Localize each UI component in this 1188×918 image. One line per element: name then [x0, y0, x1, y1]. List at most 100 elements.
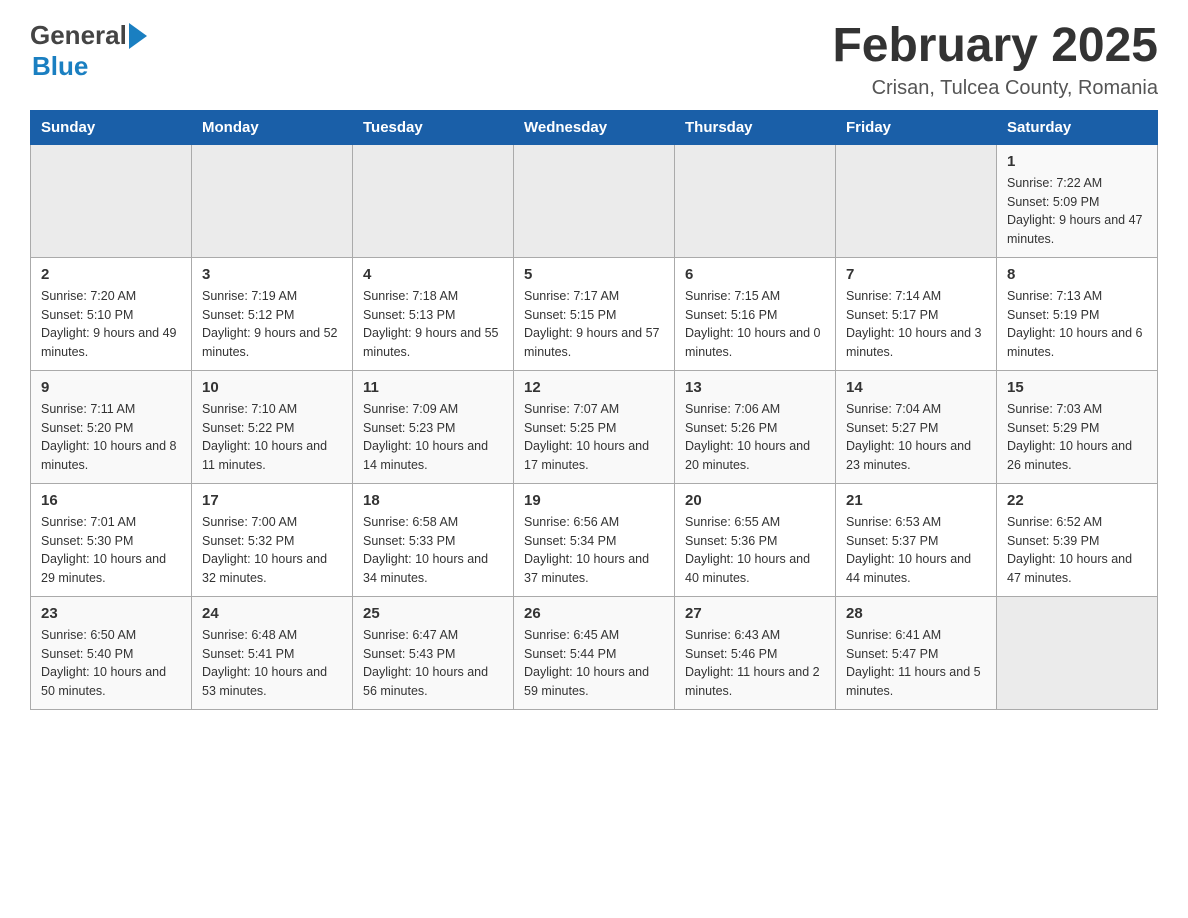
day-info: Sunrise: 7:00 AMSunset: 5:32 PMDaylight:… [202, 513, 342, 588]
day-number: 19 [524, 492, 664, 509]
day-info: Sunrise: 7:11 AMSunset: 5:20 PMDaylight:… [41, 400, 181, 475]
calendar-week-row: 16Sunrise: 7:01 AMSunset: 5:30 PMDayligh… [31, 483, 1158, 596]
table-row: 14Sunrise: 7:04 AMSunset: 5:27 PMDayligh… [836, 370, 997, 483]
col-thursday: Thursday [675, 110, 836, 144]
day-info: Sunrise: 6:56 AMSunset: 5:34 PMDaylight:… [524, 513, 664, 588]
day-number: 13 [685, 379, 825, 396]
table-row [192, 144, 353, 257]
day-info: Sunrise: 6:45 AMSunset: 5:44 PMDaylight:… [524, 626, 664, 701]
page-header: General Blue February 2025 Crisan, Tulce… [30, 20, 1158, 100]
day-info: Sunrise: 6:41 AMSunset: 5:47 PMDaylight:… [846, 626, 986, 701]
day-info: Sunrise: 7:18 AMSunset: 5:13 PMDaylight:… [363, 287, 503, 362]
calendar-week-row: 2 Sunrise: 7:20 AMSunset: 5:10 PMDaylight… [31, 257, 1158, 370]
day-info: Sunrise: 7:22 AMSunset: 5:09 PMDaylight:… [1007, 174, 1147, 249]
day-info: Sunrise: 7:03 AMSunset: 5:29 PMDaylight:… [1007, 400, 1147, 475]
logo: General Blue [30, 20, 147, 82]
day-number: 12 [524, 379, 664, 396]
day-number: 17 [202, 492, 342, 509]
page-subtitle: Crisan, Tulcea County, Romania [832, 77, 1158, 100]
day-number: 23 [41, 605, 181, 622]
day-number: 27 [685, 605, 825, 622]
calendar-week-row: 9 Sunrise: 7:11 AMSunset: 5:20 PMDaylight… [31, 370, 1158, 483]
table-row: 13 Sunrise: 7:06 AMSunset: 5:26 PMDayligh… [675, 370, 836, 483]
day-info: Sunrise: 7:19 AMSunset: 5:12 PMDaylight:… [202, 287, 342, 362]
day-number: 10 [202, 379, 342, 396]
col-tuesday: Tuesday [353, 110, 514, 144]
col-friday: Friday [836, 110, 997, 144]
day-number: 3 [202, 266, 342, 283]
table-row: 7Sunrise: 7:14 AMSunset: 5:17 PMDaylight… [836, 257, 997, 370]
table-row: 23 Sunrise: 6:50 AMSunset: 5:40 PMDayligh… [31, 596, 192, 709]
day-number: 4 [363, 266, 503, 283]
day-info: Sunrise: 7:20 AMSunset: 5:10 PMDaylight:… [41, 287, 181, 362]
page-title: February 2025 [832, 20, 1158, 73]
day-number: 2 [41, 266, 181, 283]
table-row: 22 Sunrise: 6:52 AMSunset: 5:39 PMDayligh… [997, 483, 1158, 596]
logo-triangle-icon [129, 23, 147, 49]
day-number: 11 [363, 379, 503, 396]
day-number: 5 [524, 266, 664, 283]
day-number: 24 [202, 605, 342, 622]
table-row: 11 Sunrise: 7:09 AMSunset: 5:23 PMDayligh… [353, 370, 514, 483]
col-wednesday: Wednesday [514, 110, 675, 144]
day-number: 8 [1007, 266, 1147, 283]
day-number: 25 [363, 605, 503, 622]
table-row [675, 144, 836, 257]
day-info: Sunrise: 7:06 AMSunset: 5:26 PMDaylight:… [685, 400, 825, 475]
calendar-header-row: Sunday Monday Tuesday Wednesday Thursday… [31, 110, 1158, 144]
table-row [997, 596, 1158, 709]
day-info: Sunrise: 7:09 AMSunset: 5:23 PMDaylight:… [363, 400, 503, 475]
day-info: Sunrise: 6:52 AMSunset: 5:39 PMDaylight:… [1007, 513, 1147, 588]
day-number: 1 [1007, 153, 1147, 170]
table-row [836, 144, 997, 257]
table-row: 18 Sunrise: 6:58 AMSunset: 5:33 PMDayligh… [353, 483, 514, 596]
day-number: 15 [1007, 379, 1147, 396]
day-info: Sunrise: 7:13 AMSunset: 5:19 PMDaylight:… [1007, 287, 1147, 362]
day-info: Sunrise: 6:50 AMSunset: 5:40 PMDaylight:… [41, 626, 181, 701]
table-row: 24Sunrise: 6:48 AMSunset: 5:41 PMDayligh… [192, 596, 353, 709]
day-number: 16 [41, 492, 181, 509]
calendar-week-row: 23 Sunrise: 6:50 AMSunset: 5:40 PMDayligh… [31, 596, 1158, 709]
day-number: 26 [524, 605, 664, 622]
col-sunday: Sunday [31, 110, 192, 144]
day-number: 7 [846, 266, 986, 283]
table-row: 15 Sunrise: 7:03 AMSunset: 5:29 PMDayligh… [997, 370, 1158, 483]
day-info: Sunrise: 6:55 AMSunset: 5:36 PMDaylight:… [685, 513, 825, 588]
day-number: 9 [41, 379, 181, 396]
table-row: 2 Sunrise: 7:20 AMSunset: 5:10 PMDaylight… [31, 257, 192, 370]
day-number: 18 [363, 492, 503, 509]
col-monday: Monday [192, 110, 353, 144]
table-row: 10 Sunrise: 7:10 AMSunset: 5:22 PMDayligh… [192, 370, 353, 483]
day-number: 21 [846, 492, 986, 509]
table-row: 1 Sunrise: 7:22 AMSunset: 5:09 PMDaylight… [997, 144, 1158, 257]
title-block: February 2025 Crisan, Tulcea County, Rom… [832, 20, 1158, 100]
table-row: 3 Sunrise: 7:19 AMSunset: 5:12 PMDaylight… [192, 257, 353, 370]
table-row: 20 Sunrise: 6:55 AMSunset: 5:36 PMDayligh… [675, 483, 836, 596]
table-row: 12Sunrise: 7:07 AMSunset: 5:25 PMDayligh… [514, 370, 675, 483]
logo-blue-text: Blue [32, 51, 88, 82]
table-row: 16Sunrise: 7:01 AMSunset: 5:30 PMDayligh… [31, 483, 192, 596]
day-info: Sunrise: 6:53 AMSunset: 5:37 PMDaylight:… [846, 513, 986, 588]
day-info: Sunrise: 6:43 AMSunset: 5:46 PMDaylight:… [685, 626, 825, 701]
table-row: 25Sunrise: 6:47 AMSunset: 5:43 PMDayligh… [353, 596, 514, 709]
table-row: 28Sunrise: 6:41 AMSunset: 5:47 PMDayligh… [836, 596, 997, 709]
col-saturday: Saturday [997, 110, 1158, 144]
table-row [514, 144, 675, 257]
table-row: 5 Sunrise: 7:17 AMSunset: 5:15 PMDaylight… [514, 257, 675, 370]
table-row: 8 Sunrise: 7:13 AMSunset: 5:19 PMDaylight… [997, 257, 1158, 370]
calendar-table: Sunday Monday Tuesday Wednesday Thursday… [30, 110, 1158, 710]
day-number: 22 [1007, 492, 1147, 509]
day-number: 14 [846, 379, 986, 396]
table-row: 27 Sunrise: 6:43 AMSunset: 5:46 PMDayligh… [675, 596, 836, 709]
day-number: 20 [685, 492, 825, 509]
table-row: 6Sunrise: 7:15 AMSunset: 5:16 PMDaylight… [675, 257, 836, 370]
day-info: Sunrise: 6:58 AMSunset: 5:33 PMDaylight:… [363, 513, 503, 588]
table-row: 19 Sunrise: 6:56 AMSunset: 5:34 PMDayligh… [514, 483, 675, 596]
table-row: 4 Sunrise: 7:18 AMSunset: 5:13 PMDaylight… [353, 257, 514, 370]
day-info: Sunrise: 7:17 AMSunset: 5:15 PMDaylight:… [524, 287, 664, 362]
logo-general-text: General [30, 20, 127, 51]
table-row [31, 144, 192, 257]
day-number: 6 [685, 266, 825, 283]
day-info: Sunrise: 7:10 AMSunset: 5:22 PMDaylight:… [202, 400, 342, 475]
calendar-week-row: 1 Sunrise: 7:22 AMSunset: 5:09 PMDaylight… [31, 144, 1158, 257]
